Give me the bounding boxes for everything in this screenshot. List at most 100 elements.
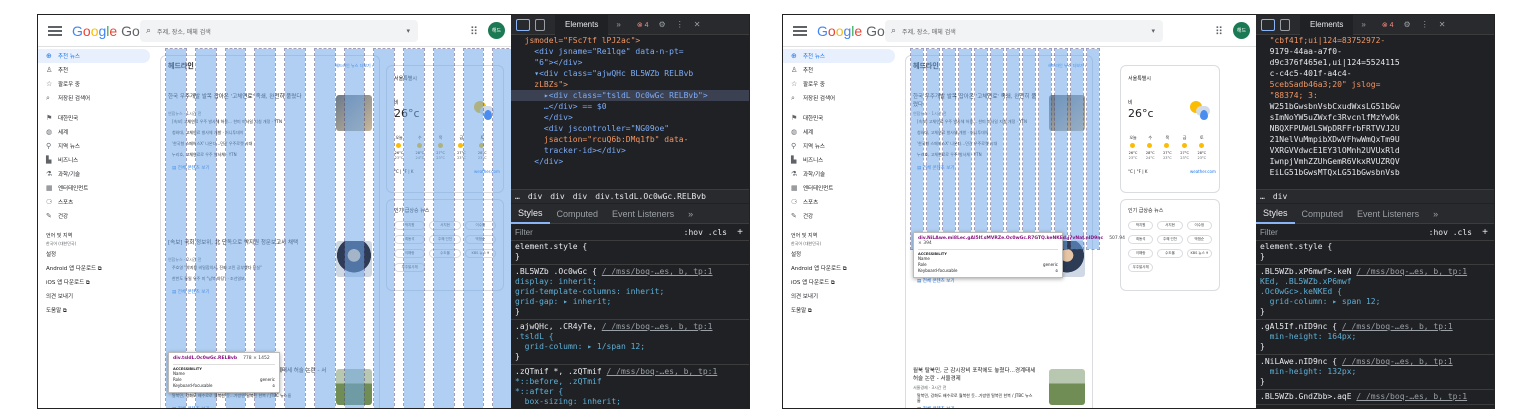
css-selector[interactable]: .ajwQHc, .CR4yTe,: [515, 322, 597, 331]
sidebar-item[interactable]: ⊕ 추천 뉴스: [38, 49, 150, 63]
sidebar-item[interactable]: ⚆ 스포츠: [783, 195, 901, 209]
breadcrumb-item[interactable]: div: [1273, 192, 1287, 201]
more-tabs-icon[interactable]: »: [616, 20, 620, 29]
dom-line[interactable]: jsmodel="FSc7tf lPJ2ac">: [511, 35, 749, 46]
sidebar-item[interactable]: ⚆ 스포츠: [38, 195, 156, 209]
sidebar-item[interactable]: ⚑ 대한민국: [38, 111, 156, 125]
dom-line[interactable]: d9c376f465e1,ui|124=5524115: [1256, 57, 1494, 68]
dom-line[interactable]: </div>: [511, 156, 749, 167]
dom-line[interactable]: EiLG51bGwsMTQxLG51bGwsbnVsb: [1256, 167, 1494, 178]
sidebar-item[interactable]: ▙ 비즈니스: [783, 153, 901, 167]
inspect-icon[interactable]: [1261, 18, 1275, 31]
dom-line[interactable]: W251bGwsbnVsbCxudWxsLG51bGw: [1256, 101, 1494, 112]
dom-line[interactable]: c-c4c5-401f-a4c4-: [1256, 68, 1494, 79]
breadcrumb-item[interactable]: div: [550, 192, 564, 201]
trending-chip[interactable]: 박지원: [1128, 221, 1154, 230]
styles-tab[interactable]: Computed: [550, 204, 606, 224]
css-property[interactable]: box-sizing: inherit;: [515, 397, 749, 407]
device-toggle-icon[interactable]: [535, 18, 545, 31]
device-toggle-icon[interactable]: [1280, 18, 1290, 31]
inspect-icon[interactable]: [516, 18, 530, 31]
dom-line[interactable]: 21NelVuMmpibXDwVFhwWmQxTm9U: [1256, 134, 1494, 145]
dom-line[interactable]: <div jsname="Re1lqe" data-n-pt=: [511, 46, 749, 57]
sidebar-item[interactable]: ▦ 엔터테인먼트: [783, 181, 901, 195]
css-property[interactable]: grid-template-columns: inherit;: [515, 287, 749, 297]
hov-cls-toggles[interactable]: :hov .cls: [684, 228, 727, 237]
sidebar-item[interactable]: ⚲ 지역 뉴스: [38, 139, 156, 153]
css-source-link[interactable]: /_/mss/boq-…es,_b,_tp:1: [1356, 392, 1467, 401]
kebab-menu-icon[interactable]: ⋮: [676, 20, 684, 29]
css-selector[interactable]: .BL5WZb.GndZbb>.aqE: [1260, 392, 1352, 401]
gear-icon[interactable]: ⚙: [1404, 20, 1411, 29]
css-property[interactable]: min-height: 164px;: [1260, 332, 1494, 342]
dom-line[interactable]: "cbf41f;ui|124=83752972-: [1256, 35, 1494, 46]
sidebar-item[interactable]: ♙ 추천: [38, 63, 156, 77]
add-rule-icon[interactable]: +: [737, 227, 743, 238]
apps-grid-icon[interactable]: ⠿: [1215, 25, 1223, 38]
sidebar-item[interactable]: ◍ 세계: [783, 125, 901, 139]
sidebar-item[interactable]: ⌕ 저장된 검색어: [783, 91, 901, 105]
dom-line[interactable]: ▾<div class="ajwQHc BL5WZb RELBvb: [511, 68, 749, 79]
dom-line[interactable]: IwnpjVmhZZUhGemR6VkxRVUZRQV: [1256, 156, 1494, 167]
css-property[interactable]: *::after {: [515, 387, 749, 397]
sidebar-item[interactable]: ⚑ 대한민국: [783, 111, 901, 125]
full-coverage-link[interactable]: ▤ 전체 콘텐츠 보기: [917, 406, 955, 408]
language-region[interactable]: 언어 및 지역 한국어 (대한민국): [38, 233, 156, 247]
trending-chip[interactable]: 수도율: [1157, 249, 1183, 258]
hov-cls-toggles[interactable]: :hov .cls: [1429, 228, 1472, 237]
trending-chip[interactable]: 이해랑: [1128, 249, 1154, 258]
close-icon[interactable]: ✕: [1439, 20, 1446, 29]
sidebar-item[interactable]: ▙ 비즈니스: [38, 153, 156, 167]
sidebar-item[interactable]: ◍ 세계: [38, 125, 156, 139]
styles-tab[interactable]: Styles: [511, 204, 550, 224]
sidebar-item[interactable]: ▦ 엔터테인먼트: [38, 181, 156, 195]
sidebar-link[interactable]: Android 앱 다운로드 ⧉: [38, 261, 156, 275]
error-count-badge[interactable]: ⊗ 4: [1382, 21, 1394, 29]
avatar[interactable]: 해드: [488, 22, 505, 39]
chevron-down-icon[interactable]: ▾: [1151, 27, 1155, 35]
story-bullet[interactable]: 탈북민, 강화도 배수로로 월북한 듯…가방엔 탈북민 한복 / JTBC 뉴스…: [917, 393, 1035, 403]
sidebar-link[interactable]: 도움말 ⧉: [38, 303, 156, 317]
sidebar-item[interactable]: ⊕ 추천 뉴스: [783, 49, 895, 63]
sidebar-item[interactable]: ☆ 팔로우 중: [783, 77, 901, 91]
trending-chip[interactable]: 최동석: [1128, 235, 1154, 244]
styles-tab[interactable]: Computed: [1295, 204, 1351, 224]
more-tabs-icon[interactable]: »: [1361, 20, 1365, 29]
dom-line[interactable]: 5cebSadb46a3;20" jslog=: [1256, 79, 1494, 90]
error-count-badge[interactable]: ⊗ 4: [637, 21, 649, 29]
dom-line[interactable]: NBQXFPUWdLSWpDRFFrbFRTVVJ2U: [1256, 123, 1494, 134]
dom-tree[interactable]: "cbf41f;ui|124=83752972- 9179-44aa-a7f0-…: [1256, 35, 1494, 187]
breadcrumb-item[interactable]: div: [573, 192, 587, 201]
css-property[interactable]: grid-column: ▸ 1/span 12;: [515, 342, 749, 352]
tab-elements[interactable]: Elements: [555, 15, 609, 35]
sidebar-item[interactable]: ✎ 건강: [38, 209, 156, 223]
styles-tab[interactable]: Event Listeners: [605, 204, 681, 224]
tab-elements[interactable]: Elements: [1300, 15, 1354, 35]
sidebar-link[interactable]: 의견 보내기: [38, 289, 156, 303]
css-property[interactable]: display: inherit;: [515, 277, 749, 287]
sidebar-link[interactable]: iOS 앱 다운로드 ⧉: [38, 275, 156, 289]
dom-line[interactable]: ▸<div class="tsldL Oc0wGc RELBvb">: [511, 90, 749, 101]
css-source-link[interactable]: /_/mss/boq-…es,_b,_tp:1: [1342, 322, 1453, 331]
sidebar-item[interactable]: ♙ 추천: [783, 63, 901, 77]
styles-filter[interactable]: Filter:hov .cls +: [1256, 225, 1494, 241]
search-input[interactable]: ⌕ 주제, 장소, 매체 검색 ▾: [140, 20, 418, 42]
styles-tab[interactable]: Event Listeners: [1350, 204, 1426, 224]
trending-chip[interactable]: 이수정: [1186, 221, 1212, 230]
dom-line[interactable]: zLBZs">: [511, 79, 749, 90]
trending-chip[interactable]: KBS 뉴스 9: [1186, 249, 1212, 258]
css-selector[interactable]: .gAl5If.nID9nc {: [1260, 322, 1337, 331]
styles-filter[interactable]: Filter:hov .cls +: [511, 225, 749, 241]
dom-tree[interactable]: jsmodel="FSc7tf lPJ2ac"> <div jsname="Re…: [511, 35, 749, 187]
dom-line[interactable]: </div>: [511, 112, 749, 123]
sidebar-link[interactable]: 도움말 ⧉: [783, 303, 901, 317]
dom-line[interactable]: …</div> == $0: [511, 101, 749, 112]
css-source-link[interactable]: /_/mss/boq-…es,_b,_tp:1: [607, 367, 718, 376]
sidebar-item[interactable]: ⚗ 과학/기술: [783, 167, 901, 181]
full-coverage-link[interactable]: ▤ 전체 콘텐츠 보기: [917, 278, 955, 284]
sidebar-item[interactable]: ⚲ 지역 뉴스: [783, 139, 901, 153]
menu-icon[interactable]: [793, 25, 807, 36]
dom-line[interactable]: VXRGVVdwcE1EY3lOMnh2UVUxRld: [1256, 145, 1494, 156]
sidebar-link[interactable]: iOS 앱 다운로드 ⧉: [783, 275, 901, 289]
css-property[interactable]: grid-gap: ▸ inherit;: [515, 297, 749, 307]
